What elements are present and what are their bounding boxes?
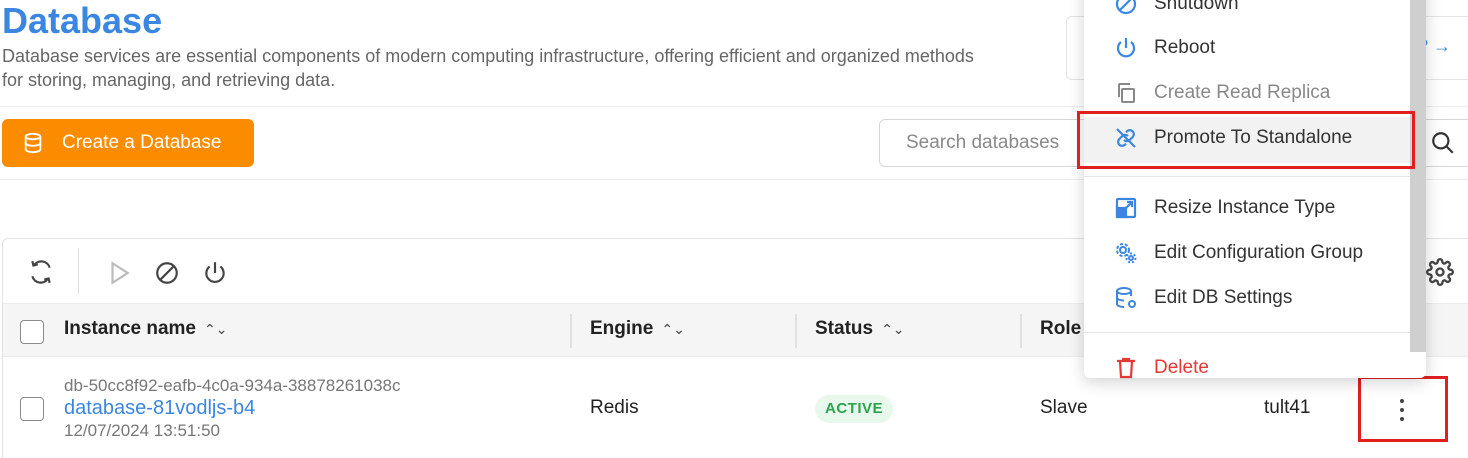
status-badge: ACTIVE [815, 395, 894, 423]
database-settings-icon [1116, 287, 1136, 308]
menu-scrollbar[interactable] [1410, 0, 1426, 352]
ban-icon [1115, 0, 1137, 15]
menu-item-reboot[interactable]: Reboot [1114, 28, 1215, 68]
select-all-checkbox[interactable] [20, 320, 44, 344]
create-database-label: Create a Database [62, 132, 222, 153]
column-separator [795, 314, 797, 348]
instance-id: db-50cc8f92-eafb-4c0a-934a-38878261038c [64, 376, 401, 395]
role-cell: Slave [1040, 397, 1088, 418]
instance-name-link[interactable]: database-81vodljs-b4 [64, 397, 255, 420]
row-checkbox[interactable] [20, 397, 44, 421]
menu-item-edit-configuration-group[interactable]: Edit Configuration Group [1114, 233, 1363, 273]
sort-icon[interactable]: ⌃⌄ [881, 321, 904, 338]
instance-created-date: 12/07/2024 13:51:50 [64, 421, 220, 440]
menu-item-edit-db-settings[interactable]: Edit DB Settings [1114, 278, 1292, 318]
column-separator [570, 314, 572, 348]
unlink-icon [1116, 128, 1136, 148]
menu-separator [1084, 332, 1410, 333]
create-database-button[interactable]: Create a Database [2, 119, 254, 167]
extra-cell: tult41 [1264, 397, 1311, 418]
start-icon[interactable] [106, 260, 132, 286]
menu-item-shutdown[interactable]: Shutdown [1114, 0, 1239, 24]
sort-icon[interactable]: ⌃⌄ [204, 321, 227, 338]
resize-icon [1115, 197, 1137, 219]
shutdown-icon[interactable] [154, 260, 180, 286]
gears-icon [1116, 243, 1137, 264]
column-role[interactable]: Role [1040, 318, 1081, 340]
menu-separator [1084, 176, 1410, 177]
page-description: Database services are essential componen… [2, 46, 974, 90]
column-engine[interactable]: Engine ⌃⌄ [590, 318, 685, 340]
reboot-icon[interactable] [202, 260, 228, 286]
power-icon [1116, 38, 1136, 58]
menu-item-resize-instance-type[interactable]: Resize Instance Type [1114, 188, 1335, 228]
search-icon[interactable] [1430, 130, 1456, 156]
menu-item-promote-to-standalone[interactable]: Promote To Standalone [1114, 118, 1352, 158]
engine-cell: Redis [590, 397, 639, 418]
menu-item-create-read-replica[interactable]: Create Read Replica [1114, 73, 1330, 113]
row-actions-kebab-icon[interactable] [1390, 396, 1414, 424]
column-instance-name[interactable]: Instance name ⌃⌄ [64, 318, 227, 340]
menu-item-delete[interactable]: Delete [1114, 348, 1209, 388]
trash-icon [1117, 357, 1135, 379]
gear-icon[interactable] [1426, 258, 1454, 286]
column-status[interactable]: Status ⌃⌄ [815, 318, 905, 340]
sort-icon[interactable]: ⌃⌄ [661, 321, 684, 338]
toolbar-separator [78, 248, 79, 294]
page-title: Database [2, 0, 163, 41]
refresh-icon[interactable] [28, 259, 54, 285]
database-icon [24, 132, 42, 154]
column-separator [1020, 314, 1022, 348]
copy-icon [1118, 83, 1135, 103]
